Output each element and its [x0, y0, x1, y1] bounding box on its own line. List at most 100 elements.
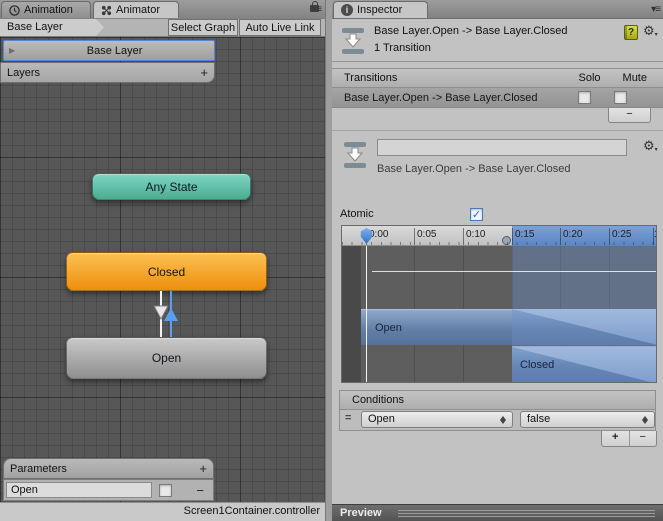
condition-parameter-dropdown[interactable]: Open — [361, 411, 513, 428]
add-parameter-button[interactable]: + — [199, 462, 207, 475]
tab-inspector[interactable]: i Inspector — [333, 1, 428, 18]
animator-icon — [101, 5, 112, 15]
parameter-name-input[interactable] — [6, 482, 152, 498]
inspector-title: Base Layer.Open -> Base Layer.Closed — [374, 25, 568, 37]
layer-row-label: Base Layer — [86, 44, 143, 57]
gear-icon: ⚙ — [643, 23, 655, 38]
parameters-header: Parameters + — [3, 458, 214, 479]
controller-status-bar: Screen1Container.controller — [0, 502, 325, 521]
transition-name-input[interactable] — [377, 139, 627, 156]
condition-parameter-value: Open — [368, 413, 395, 425]
gear-dropdown-arrow-icon: ▾ — [654, 32, 658, 38]
unity-editor: { "icons": { "menu_glyph": "▾≡", "gear_g… — [0, 0, 663, 521]
state-node-label: Any State — [145, 179, 198, 194]
remove-condition-button[interactable]: − — [630, 431, 657, 446]
tick-label: 1 — [654, 229, 656, 240]
conditions-section-header: Conditions — [339, 390, 656, 410]
tick-label: 0:20 — [563, 229, 583, 240]
transitions-section-header: Transitions Solo Mute — [332, 68, 663, 88]
atomic-label: Atomic — [340, 208, 374, 220]
condition-value: false — [527, 413, 551, 425]
solo-column-label: Solo — [578, 72, 601, 84]
transition-list-row[interactable]: Base Layer.Open -> Base Layer.Closed — [332, 88, 663, 108]
breadcrumb[interactable]: Base Layer — [0, 19, 104, 36]
timeline-left-gutter — [342, 246, 361, 382]
animator-panel: Animation Animator ▾≡ Base Layer Select … — [0, 0, 325, 521]
preview-drag-handle-icon[interactable] — [398, 510, 655, 517]
gear-icon: ⚙ — [643, 138, 655, 153]
tick-label: 0:05 — [417, 229, 437, 240]
add-layer-button[interactable]: + — [200, 66, 208, 79]
tick-label: 0:10 — [466, 229, 486, 240]
remove-transition-button[interactable]: − — [608, 108, 651, 123]
state-node-any-state[interactable]: Any State — [92, 173, 251, 200]
clock-icon — [9, 4, 20, 16]
transition-row-label: Base Layer.Open -> Base Layer.Closed — [344, 91, 538, 104]
inspector-subtitle: 1 Transition — [374, 42, 431, 54]
tab-inspector-label: Inspector — [357, 4, 403, 16]
inspector-menu-icon[interactable]: ▾≡ — [651, 4, 661, 15]
tick-label: 0:15 — [515, 229, 535, 240]
animator-toolbar: Base Layer Select Graph Auto Live Link — [0, 19, 325, 37]
info-icon: i — [341, 4, 353, 16]
parameter-value-checkbox[interactable] — [159, 484, 172, 497]
tab-animation[interactable]: Animation — [1, 1, 91, 18]
select-graph-button[interactable]: Select Graph — [168, 19, 238, 36]
gear-dropdown-arrow-icon: ▾ — [654, 147, 658, 153]
gear-menu-icon[interactable]: ⚙▾ — [643, 24, 658, 38]
preview-label: Preview — [340, 507, 382, 519]
transition-arrows — [153, 291, 178, 337]
condition-drag-handle[interactable]: = — [345, 412, 351, 424]
playhead-line[interactable] — [366, 246, 367, 382]
inspector-tabbar: i Inspector ▾≡ — [310, 0, 663, 19]
transition-icon — [342, 28, 364, 54]
state-node-label: Closed — [147, 264, 186, 279]
parameter-row: − — [3, 479, 214, 501]
transition-detail-block: ⚙▾ Base Layer.Open -> Base Layer.Closed — [332, 130, 663, 207]
transition-timeline[interactable]: Open Closed 0:00 0:05 0:10 0:15 0:20 0:2… — [341, 225, 657, 383]
solo-checkbox[interactable] — [578, 91, 591, 104]
tick-label: 0:25 — [612, 229, 632, 240]
panel-divider[interactable] — [325, 0, 332, 521]
clip-label: Closed — [520, 359, 555, 371]
state-node-open[interactable]: Open — [66, 337, 267, 379]
timeline-ruler[interactable]: 0:00 0:05 0:10 0:15 0:20 0:25 1 — [342, 226, 656, 246]
mute-column-label: Mute — [622, 72, 647, 84]
transition-icon — [344, 142, 366, 168]
state-node-label: Open — [151, 351, 182, 365]
add-condition-button[interactable]: + — [602, 431, 630, 446]
animator-tabbar: Animation Animator ▾≡ — [0, 0, 325, 20]
state-node-closed[interactable]: Closed — [66, 252, 267, 291]
auto-live-link-button[interactable]: Auto Live Link — [239, 19, 321, 36]
transitions-header-label: Transitions — [344, 72, 398, 84]
blend-weight-line — [372, 271, 656, 272]
atomic-checkbox[interactable]: ✓ — [470, 208, 483, 221]
transition-detail-label: Base Layer.Open -> Base Layer.Closed — [377, 163, 571, 175]
lock-icon[interactable] — [310, 1, 319, 12]
remove-parameter-button[interactable]: − — [196, 484, 204, 497]
help-icon[interactable]: ? — [624, 25, 638, 40]
atomic-row: Atomic ✓ — [332, 207, 663, 224]
tab-animator-label: Animator — [116, 4, 161, 16]
layers-header-label: Layers — [7, 66, 41, 79]
dropdown-arrows-icon — [500, 415, 507, 425]
layer-row-base-layer[interactable]: ▶ Base Layer — [3, 40, 215, 61]
conditions-header-label: Conditions — [352, 394, 404, 406]
dropdown-arrows-icon — [642, 415, 649, 425]
parameters-header-label: Parameters — [10, 462, 67, 475]
tab-animation-label: Animation — [24, 4, 73, 16]
animator-graph[interactable]: ▶ Base Layer Layers + Any State Closed O… — [0, 37, 325, 502]
clip-label: Open — [375, 321, 402, 334]
condition-value-dropdown[interactable]: false — [520, 411, 655, 428]
inspector-panel: i Inspector ▾≡ Base Layer.Open -> Base L… — [310, 0, 663, 521]
transition-arrowhead-down-icon[interactable] — [153, 305, 169, 321]
layers-header: Layers + — [0, 62, 215, 83]
conditions-buttons: + − — [601, 431, 657, 447]
preview-bar[interactable]: Preview — [332, 504, 663, 521]
condition-row: = Open false — [339, 410, 656, 431]
tab-animator[interactable]: Animator — [93, 1, 179, 18]
transition-start-handle[interactable] — [502, 236, 511, 245]
detail-gear-menu-icon[interactable]: ⚙▾ — [643, 139, 658, 153]
inspector-header: Base Layer.Open -> Base Layer.Closed 1 T… — [332, 18, 663, 62]
mute-checkbox[interactable] — [614, 91, 627, 104]
